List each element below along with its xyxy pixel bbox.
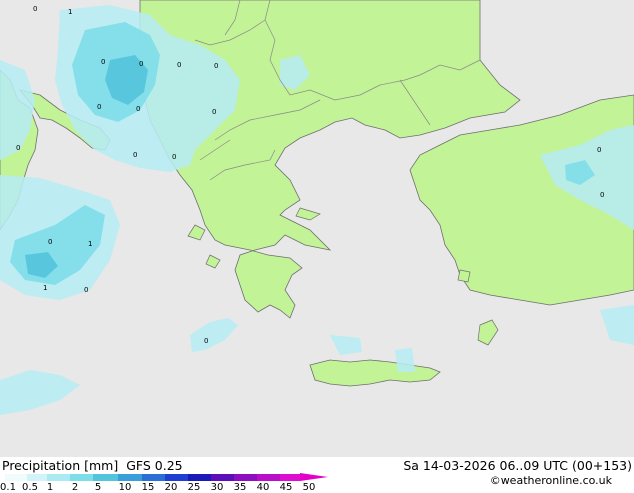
- contour-label: 0: [600, 191, 604, 199]
- legend-arrow: [300, 473, 328, 481]
- credit-text: ©weatheronline.co.uk: [489, 474, 612, 487]
- contour-label: 0: [33, 5, 37, 13]
- contour-label: 0: [48, 238, 52, 246]
- legend-swatch: [47, 474, 70, 481]
- contour-label: 0: [597, 146, 601, 154]
- legend-swatch: [5, 474, 27, 481]
- legend-tick: 30: [210, 482, 224, 493]
- contour-label: 0: [212, 108, 216, 116]
- contour-label: 0: [16, 144, 20, 152]
- model-name: GFS 0.25: [126, 458, 183, 473]
- legend-tick: 20: [164, 482, 178, 493]
- legend-tick: 15: [141, 482, 155, 493]
- contour-label: 0: [204, 337, 208, 345]
- legend-swatch: [165, 474, 188, 481]
- legend-tick: 45: [279, 482, 293, 493]
- legend-swatch: [211, 474, 234, 481]
- valid-time: Sa 14-03-2026 06..09 UTC (00+153): [403, 458, 632, 473]
- legend-swatch: [27, 474, 47, 481]
- legend-tick: 10: [118, 482, 132, 493]
- legend-tick: 5: [94, 482, 102, 493]
- contour-label: 0: [136, 105, 140, 113]
- legend-tick: 40: [256, 482, 270, 493]
- contour-label: 0: [214, 62, 218, 70]
- legend-tick: 0.1: [0, 482, 16, 493]
- legend-swatch: [280, 474, 300, 481]
- legend-swatch: [257, 474, 280, 481]
- legend-swatch: [118, 474, 142, 481]
- contour-label: 0: [177, 61, 181, 69]
- contour-label: 0: [101, 58, 105, 66]
- legend-tick: 50: [302, 482, 316, 493]
- contour-label: 0: [97, 103, 101, 111]
- legend-tick: 2: [71, 482, 79, 493]
- title-text: Precipitation [mm]: [2, 458, 119, 473]
- legend-swatch: [188, 474, 211, 481]
- legend-tick: 1: [46, 482, 54, 493]
- legend-swatch: [234, 474, 257, 481]
- legend-swatch: [142, 474, 165, 481]
- precipitation-map: 0 1 0 0 0 0 0 0 0 0 0 0 0 1 1 0 0 0 0: [0, 0, 634, 457]
- contour-label: 1: [68, 8, 72, 16]
- legend-tick: 25: [187, 482, 201, 493]
- legend-tick: 35: [233, 482, 247, 493]
- legend-swatch: [93, 474, 118, 481]
- contour-label: 0: [172, 153, 176, 161]
- map-title: Precipitation [mm] GFS 0.25: [2, 458, 183, 473]
- legend-swatch: [70, 474, 93, 481]
- contour-label: 0: [133, 151, 137, 159]
- contour-label: 1: [43, 284, 47, 292]
- legend-tick: 0.5: [22, 482, 38, 493]
- contour-label: 0: [139, 60, 143, 68]
- contour-label: 1: [88, 240, 92, 248]
- contour-label: 0: [84, 286, 88, 294]
